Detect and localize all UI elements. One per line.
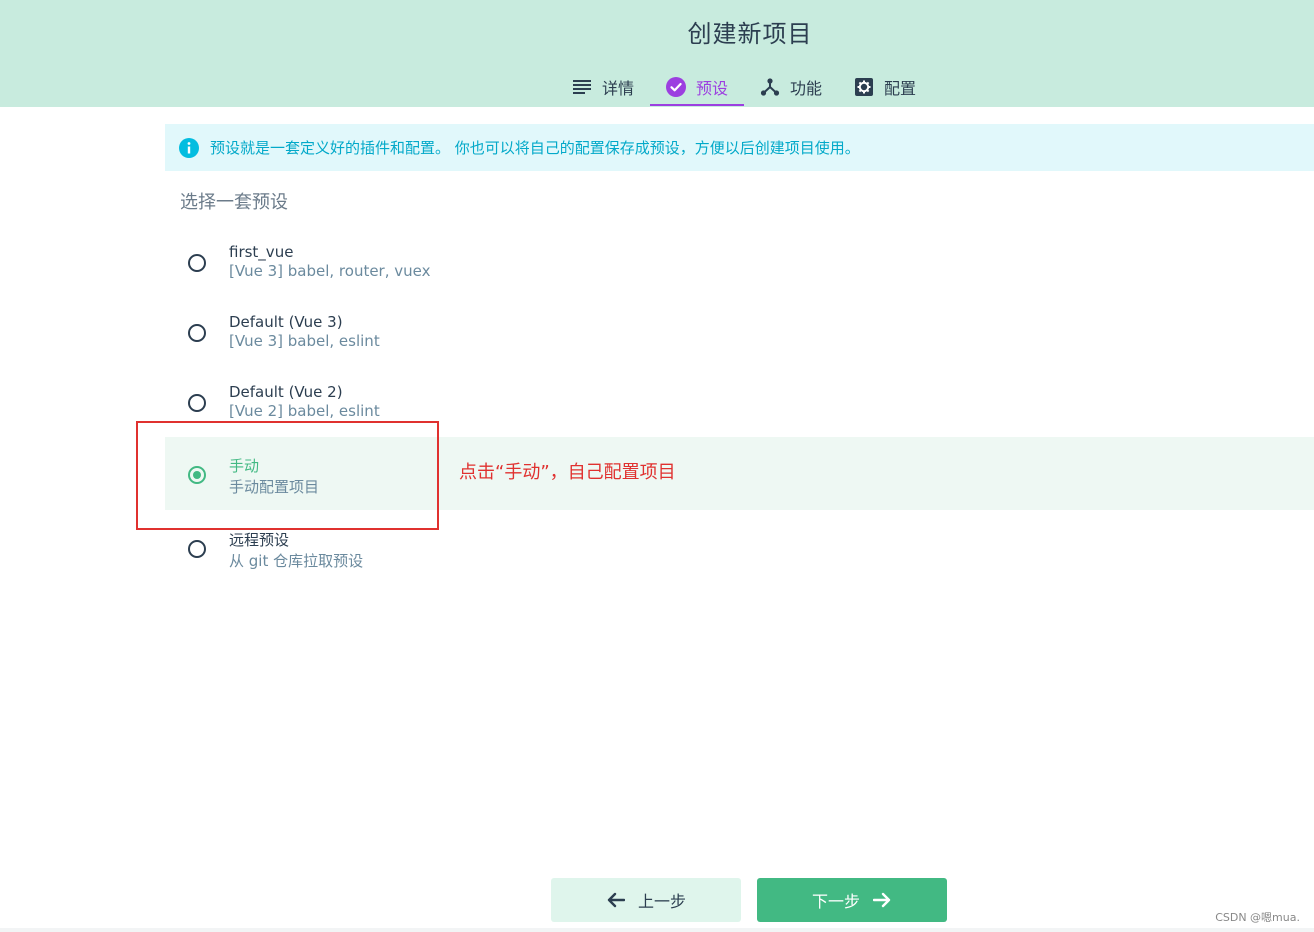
gear-icon (854, 77, 874, 97)
annotation-highlight-box (136, 421, 439, 530)
header-bar: 创建新项目 详情 预设 功能 配置 (0, 0, 1314, 107)
preset-option-default-vue3[interactable]: Default (Vue 3) [Vue 3] babel, eslint (165, 297, 1314, 367)
tab-config[interactable]: 配置 (838, 70, 932, 104)
preset-name: first_vue (229, 243, 294, 261)
radio-button[interactable] (188, 394, 206, 412)
watermark: CSDN @嗯mua. (1215, 911, 1300, 924)
preset-name: Default (Vue 3) (229, 313, 343, 331)
info-banner: 预设就是一套定义好的插件和配置。 你也可以将自己的配置保存成预设，方便以后创建项… (165, 124, 1314, 171)
section-label: 选择一套预设 (180, 192, 288, 213)
page-title: 创建新项目 (687, 20, 813, 48)
fork-icon (760, 77, 780, 97)
annotation-text: 点击“手动”，自己配置项目 (459, 462, 676, 483)
preset-option-first-vue[interactable]: first_vue [Vue 3] babel, router, vuex (165, 227, 1314, 297)
preset-desc: 从 git 仓库拉取预设 (229, 552, 364, 570)
preset-desc: [Vue 2] babel, eslint (229, 402, 380, 420)
tab-details[interactable]: 详情 (556, 70, 650, 104)
tab-features-label: 功能 (790, 79, 823, 98)
previous-step-label: 上一步 (637, 892, 686, 911)
tab-config-label: 配置 (884, 79, 917, 98)
preset-desc: [Vue 3] babel, router, vuex (229, 262, 431, 280)
next-step-label: 下一步 (811, 892, 860, 911)
preset-desc: [Vue 3] babel, eslint (229, 332, 380, 350)
bottom-divider (0, 928, 1314, 932)
tab-presets-label: 预设 (696, 79, 729, 98)
arrow-left-icon (606, 890, 626, 910)
previous-step-button[interactable]: 上一步 (551, 878, 741, 922)
check-circle-icon (666, 77, 687, 97)
arrow-right-icon (872, 890, 892, 910)
preset-name: Default (Vue 2) (229, 383, 343, 401)
preset-name: 远程预设 (229, 531, 290, 549)
list-icon (572, 77, 592, 97)
tab-details-label: 详情 (602, 79, 635, 98)
info-text: 预设就是一套定义好的插件和配置。 你也可以将自己的配置保存成预设，方便以后创建项… (210, 139, 860, 157)
step-tabs: 详情 预设 功能 配置 (556, 70, 932, 107)
next-step-button[interactable]: 下一步 (757, 878, 947, 922)
info-icon (179, 137, 199, 158)
tab-presets[interactable]: 预设 (650, 70, 745, 106)
radio-button[interactable] (188, 540, 206, 558)
tab-features[interactable]: 功能 (744, 70, 838, 104)
radio-button[interactable] (188, 324, 206, 342)
radio-button[interactable] (188, 254, 206, 272)
